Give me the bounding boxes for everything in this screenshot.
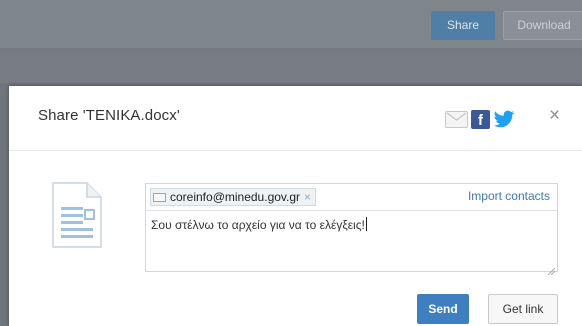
- remove-recipient-icon[interactable]: ×: [304, 190, 311, 204]
- dialog-title: Share 'TENIKA.docx': [38, 107, 180, 124]
- document-icon: [51, 182, 103, 248]
- share-dialog: Share 'TENIKA.docx' f × coreinfo@minedu.…: [9, 86, 582, 326]
- recipient-chip[interactable]: coreinfo@minedu.gov.gr ×: [150, 188, 317, 206]
- header-divider: [9, 150, 582, 151]
- import-contacts-link[interactable]: Import contacts: [468, 189, 550, 203]
- facebook-icon[interactable]: f: [471, 109, 490, 129]
- download-button[interactable]: Download: [503, 11, 582, 40]
- close-icon[interactable]: ×: [549, 106, 560, 125]
- get-link-button[interactable]: Get link: [488, 294, 558, 324]
- message-text: Σου στέλνω το αρχείο για να το ελέγξεις!: [151, 218, 365, 232]
- recipient-email: coreinfo@minedu.gov.gr: [170, 190, 301, 204]
- background-band: [0, 49, 582, 83]
- mail-icon[interactable]: [445, 110, 468, 128]
- social-share-icons: f: [445, 108, 515, 130]
- resize-handle-icon[interactable]: [547, 262, 556, 276]
- share-form: coreinfo@minedu.gov.gr × Import contacts…: [145, 183, 558, 276]
- envelope-icon: [153, 192, 166, 202]
- share-button[interactable]: Share: [431, 11, 495, 40]
- message-textarea[interactable]: Σου στέλνω το αρχείο για να το ελέγξεις!: [151, 217, 367, 232]
- send-button[interactable]: Send: [417, 294, 469, 324]
- top-toolbar: Share Download: [0, 0, 582, 49]
- recipient-field[interactable]: coreinfo@minedu.gov.gr × Import contacts: [146, 184, 557, 211]
- twitter-icon[interactable]: [493, 110, 515, 129]
- text-caret: [365, 217, 367, 231]
